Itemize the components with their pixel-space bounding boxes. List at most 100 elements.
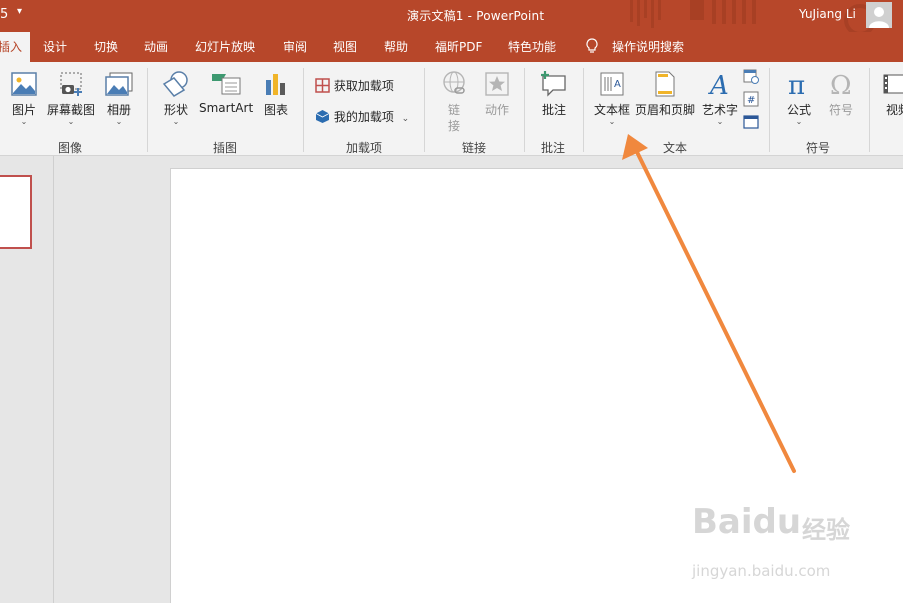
shapes-icon — [162, 71, 188, 97]
screenshot-button[interactable]: 屏幕截图 ⌄ — [46, 70, 96, 126]
photo-album-icon — [105, 72, 133, 96]
equation-button[interactable]: π 公式 ⌄ — [782, 70, 816, 126]
equation-label: 公式 — [786, 103, 811, 117]
link-globe-icon — [443, 71, 465, 94]
chevron-down-icon: ⌄ — [795, 117, 803, 126]
tab-view[interactable]: 视图 — [333, 32, 357, 62]
picture-label: 图片 — [11, 103, 36, 117]
smartart-icon — [212, 74, 241, 95]
smartart-button[interactable]: SmartArt — [199, 70, 253, 115]
film-icon — [883, 74, 903, 94]
chart-icon — [266, 74, 285, 95]
tab-design[interactable]: 设计 — [43, 32, 67, 62]
screenshot-label: 屏幕截图 — [46, 103, 95, 117]
shapes-label: 形状 — [163, 103, 188, 117]
group-separator — [524, 68, 525, 152]
tab-transitions[interactable]: 切换 — [94, 32, 118, 62]
window-title: 演示文稿1 - PowerPoint — [407, 9, 545, 23]
action-button[interactable]: 动作 — [480, 70, 514, 118]
chart-button[interactable]: 图表 — [259, 70, 293, 118]
chevron-down-icon: ⌄ — [67, 117, 75, 126]
chevron-down-icon: ⌄ — [20, 117, 28, 126]
omega-icon: Ω — [830, 71, 852, 98]
watermark-brand: Baidu — [692, 502, 802, 542]
link-label-2: 接 — [447, 119, 460, 133]
tab-features[interactable]: 特色功能 — [508, 32, 556, 62]
action-label: 动作 — [484, 103, 509, 117]
store-icon — [315, 78, 330, 93]
symbol-label: 符号 — [828, 103, 853, 117]
group-label-images: 图像 — [58, 141, 83, 155]
user-name[interactable]: YuJiang Li — [799, 7, 856, 21]
new-comment-icon — [541, 71, 566, 97]
comment-label: 批注 — [541, 103, 566, 117]
picture-icon — [11, 72, 37, 96]
group-label-illustrations: 插图 — [213, 141, 238, 155]
lightbulb-icon[interactable] — [585, 32, 599, 62]
svg-text:A: A — [708, 71, 729, 98]
link-label-1: 链 — [447, 103, 460, 117]
tab-slideshow[interactable]: 幻灯片放映 — [195, 32, 255, 62]
chevron-down-icon: ⌄ — [115, 117, 123, 126]
object-button[interactable] — [742, 114, 760, 133]
baidu-watermark: Baidu 经验 jingyan.baidu.com — [690, 502, 890, 592]
symbol-button[interactable]: Ω 符号 — [824, 70, 858, 118]
tell-me-search[interactable]: 操作说明搜索 — [612, 32, 684, 62]
slide-thumbnail[interactable] — [0, 175, 32, 249]
textbox-icon: A — [600, 72, 624, 96]
get-addins-label: 获取加载项 — [333, 79, 394, 93]
group-separator — [583, 68, 584, 152]
group-separator — [303, 68, 304, 152]
comment-button[interactable]: 批注 — [536, 70, 572, 118]
video-label: 视频 — [886, 103, 903, 117]
group-label-text: 文本 — [663, 141, 688, 155]
ribbon: 图片 ⌄ 屏幕截图 ⌄ 相册 ⌄ 图像 形状 ⌄ SmartArt 图表 插图 … — [0, 62, 903, 156]
get-addins-button[interactable]: 获取加载项 — [315, 77, 394, 94]
slide-number-icon: # — [743, 91, 759, 107]
addin-cube-icon — [315, 110, 330, 123]
chevron-down-icon: ⌄ — [401, 114, 410, 124]
chevron-down-icon: ⌄ — [172, 117, 180, 126]
shapes-button[interactable]: 形状 ⌄ — [158, 70, 194, 126]
title-bar: 5 ▾ 演示文稿1 - PowerPoint YuJiang Li — [0, 0, 903, 32]
smartart-label: SmartArt — [199, 101, 254, 115]
tab-foxit-pdf[interactable]: 福昕PDF — [435, 32, 482, 62]
svg-text:Ω: Ω — [830, 71, 852, 98]
slide-thumbnail-pane[interactable] — [0, 156, 54, 603]
pi-icon: π — [788, 71, 805, 98]
quick-access-dropdown-icon[interactable]: ▾ — [17, 6, 22, 17]
object-icon — [743, 115, 759, 129]
group-separator — [424, 68, 425, 152]
group-label-comments: 批注 — [541, 141, 566, 155]
textbox-button[interactable]: A 文本框 ⌄ — [592, 70, 632, 126]
tab-help[interactable]: 帮助 — [384, 32, 408, 62]
avatar-icon[interactable] — [866, 2, 892, 28]
chevron-down-icon: ⌄ — [608, 117, 616, 126]
link-button[interactable]: 链 接 — [437, 70, 471, 134]
wordart-icon: A — [708, 71, 729, 98]
date-time-button[interactable] — [742, 68, 760, 87]
my-addins-button[interactable]: 我的加载项 ⌄ — [315, 108, 409, 125]
album-button[interactable]: 相册 ⌄ — [102, 70, 136, 126]
chevron-down-icon: ⌄ — [716, 117, 724, 126]
tab-insert[interactable]: 插入 — [0, 32, 30, 62]
svg-text:π: π — [788, 71, 805, 98]
group-label-addins: 加载项 — [346, 141, 383, 155]
textbox-label: 文本框 — [593, 103, 630, 117]
header-footer-button[interactable]: 页眉和页脚 — [635, 70, 695, 118]
wordart-button[interactable]: A 艺术字 ⌄ — [700, 70, 740, 126]
picture-button[interactable]: 图片 ⌄ — [8, 70, 40, 126]
quick-access-number[interactable]: 5 — [0, 7, 8, 22]
tab-animations[interactable]: 动画 — [144, 32, 168, 62]
svg-text:A: A — [614, 79, 621, 90]
chart-label: 图表 — [263, 103, 288, 117]
title-decoration — [630, 0, 876, 32]
album-label: 相册 — [106, 103, 131, 117]
tab-review[interactable]: 审阅 — [283, 32, 307, 62]
header-footer-icon — [655, 71, 675, 97]
group-separator — [769, 68, 770, 152]
group-label-links: 链接 — [462, 141, 487, 155]
video-button[interactable]: 视频 — [882, 70, 903, 118]
header-footer-label: 页眉和页脚 — [635, 103, 696, 117]
slide-number-button[interactable]: # — [742, 91, 760, 110]
